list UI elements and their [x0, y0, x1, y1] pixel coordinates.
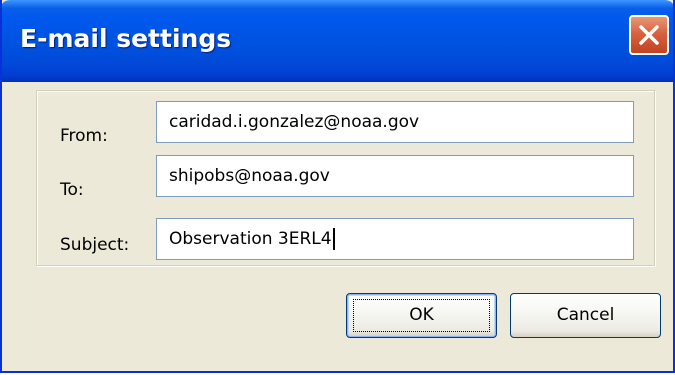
from-label: From:	[60, 126, 108, 146]
cancel-button-label: Cancel	[556, 305, 615, 325]
subject-field[interactable]: Observation 3ERL4	[156, 218, 634, 260]
dialog-title: E-mail settings	[20, 24, 232, 53]
from-field[interactable]: caridad.i.gonzalez@noaa.gov	[156, 101, 634, 143]
email-settings-dialog: E-mail settings From: caridad.i.gonzalez…	[0, 0, 675, 373]
to-label: To:	[60, 180, 84, 200]
dialog-body: From: caridad.i.gonzalez@noaa.gov To: sh…	[2, 82, 673, 371]
subject-field-value: Observation 3ERL4	[169, 229, 332, 249]
title-bar[interactable]: E-mail settings	[2, 0, 673, 82]
text-caret	[332, 228, 335, 250]
from-field-value: caridad.i.gonzalez@noaa.gov	[169, 112, 420, 132]
cancel-button[interactable]: Cancel	[510, 293, 661, 338]
to-field-value: shipobs@noaa.gov	[169, 166, 330, 186]
to-field[interactable]: shipobs@noaa.gov	[156, 155, 634, 197]
close-button[interactable]	[629, 15, 669, 55]
close-icon	[639, 25, 659, 45]
ok-button-label: OK	[409, 305, 434, 325]
ok-button[interactable]: OK	[346, 293, 497, 338]
subject-label: Subject:	[60, 235, 130, 255]
